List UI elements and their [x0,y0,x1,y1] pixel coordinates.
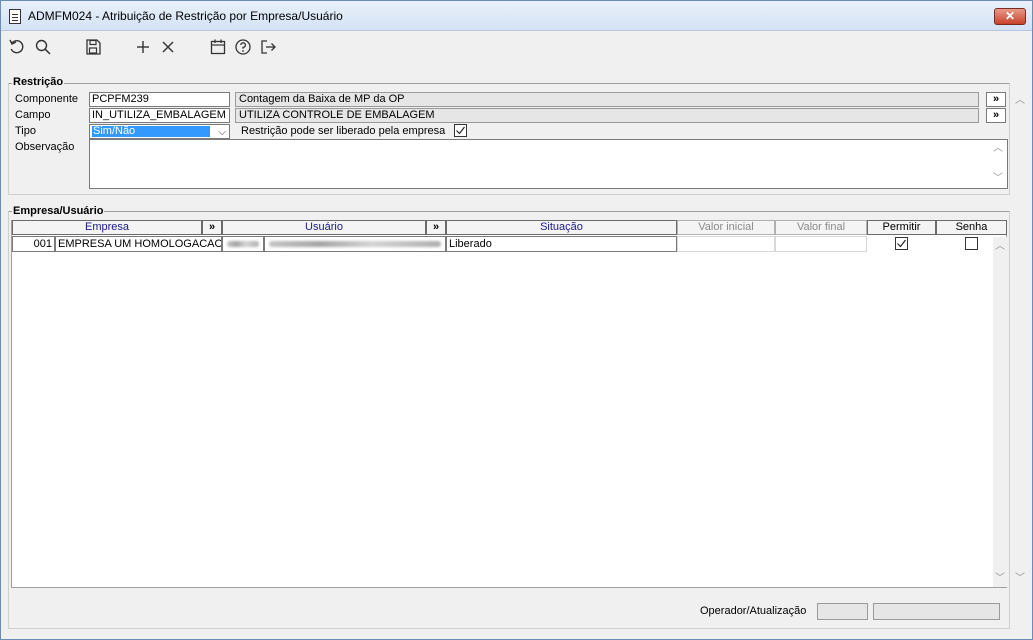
grid-scrollbar[interactable]: ︿ ﹀ [993,237,1007,587]
document-icon [9,9,21,24]
scroll-up-icon[interactable]: ︿ [994,241,1006,253]
column-header-valor-inicial: Valor inicial [677,220,775,235]
column-header-valor-final: Valor final [775,220,867,235]
help-icon[interactable] [233,37,253,57]
situacao-cell[interactable]: Liberado [446,236,677,252]
componente-description: Contagem da Baixa de MP da OP [235,92,979,107]
window-scroll-down-icon[interactable]: ﹀ [1014,573,1026,585]
toolbar [1,32,1032,62]
campo-label: Campo [15,109,51,121]
componente-code-field[interactable]: PCPFM239 [89,92,230,107]
componente-label: Componente [15,93,78,105]
redacted-text [227,241,259,247]
column-header-empresa[interactable]: Empresa [12,220,202,235]
campo-code-field[interactable]: IN_UTILIZA_EMBALAGEM [89,108,230,123]
usuario-lookup-button[interactable]: » [426,220,446,235]
scroll-up-icon[interactable]: ︿ [992,143,1004,155]
operador-field [817,603,868,620]
liberado-label: Restrição pode ser liberado pela empresa [241,125,446,137]
senha-checkbox[interactable] [965,237,978,250]
valor-inicial-cell [677,236,775,252]
valor-final-cell [775,236,867,252]
delete-icon[interactable] [158,37,178,57]
column-header-usuario[interactable]: Usuário [222,220,426,235]
permitir-checkbox[interactable] [895,237,908,250]
close-button[interactable]: ✕ [994,8,1026,25]
campo-description: UTILIZA CONTROLE DE EMBALAGEM [235,108,979,123]
search-icon[interactable] [33,37,53,57]
observacao-textarea[interactable]: ︿ ﹀ [89,139,1008,189]
scroll-down-icon[interactable]: ﹀ [992,173,1004,185]
title-bar: ADMFM024 - Atribuição de Restrição por E… [1,1,1032,31]
operador-atualizacao-label: Operador/Atualização [700,605,807,617]
check-icon [456,126,465,135]
tipo-label: Tipo [15,125,36,137]
restricao-group-label: Restrição [12,76,65,88]
empresa-usuario-group-label: Empresa/Usuário [12,205,105,217]
exit-icon[interactable] [258,37,278,57]
column-header-situacao[interactable]: Situação [446,220,677,235]
window-title: ADMFM024 - Atribuição de Restrição por E… [28,9,343,23]
redacted-text [269,241,441,247]
column-header-permitir[interactable]: Permitir [867,220,936,235]
add-icon[interactable] [133,37,153,57]
column-header-senha[interactable]: Senha [936,220,1007,235]
componente-lookup-button[interactable]: » [986,92,1006,107]
save-icon[interactable] [83,37,103,57]
tipo-selected-value: Sim/Não [92,126,210,137]
undo-icon[interactable] [7,37,27,57]
liberado-checkbox[interactable] [454,124,467,137]
chevron-down-icon: ⌵ [218,127,226,138]
window-scroll-up-icon[interactable]: ︿ [1014,95,1026,107]
empresa-lookup-button[interactable]: » [202,220,222,235]
observacao-label: Observação [15,141,75,153]
calendar-icon[interactable] [208,37,228,57]
campo-lookup-button[interactable]: » [986,108,1006,123]
app-window: ADMFM024 - Atribuição de Restrição por E… [0,0,1033,640]
empresa-usuario-grid [11,220,1007,588]
scroll-down-icon[interactable]: ﹀ [994,573,1006,585]
tipo-select[interactable]: Sim/Não ⌵ [89,124,230,139]
check-icon [897,239,906,248]
empresa-name-cell[interactable]: EMPRESA UM HOMOLOGACAO [55,236,222,252]
empresa-code-cell[interactable]: 001 [12,236,55,252]
atualizacao-field [873,603,1000,620]
